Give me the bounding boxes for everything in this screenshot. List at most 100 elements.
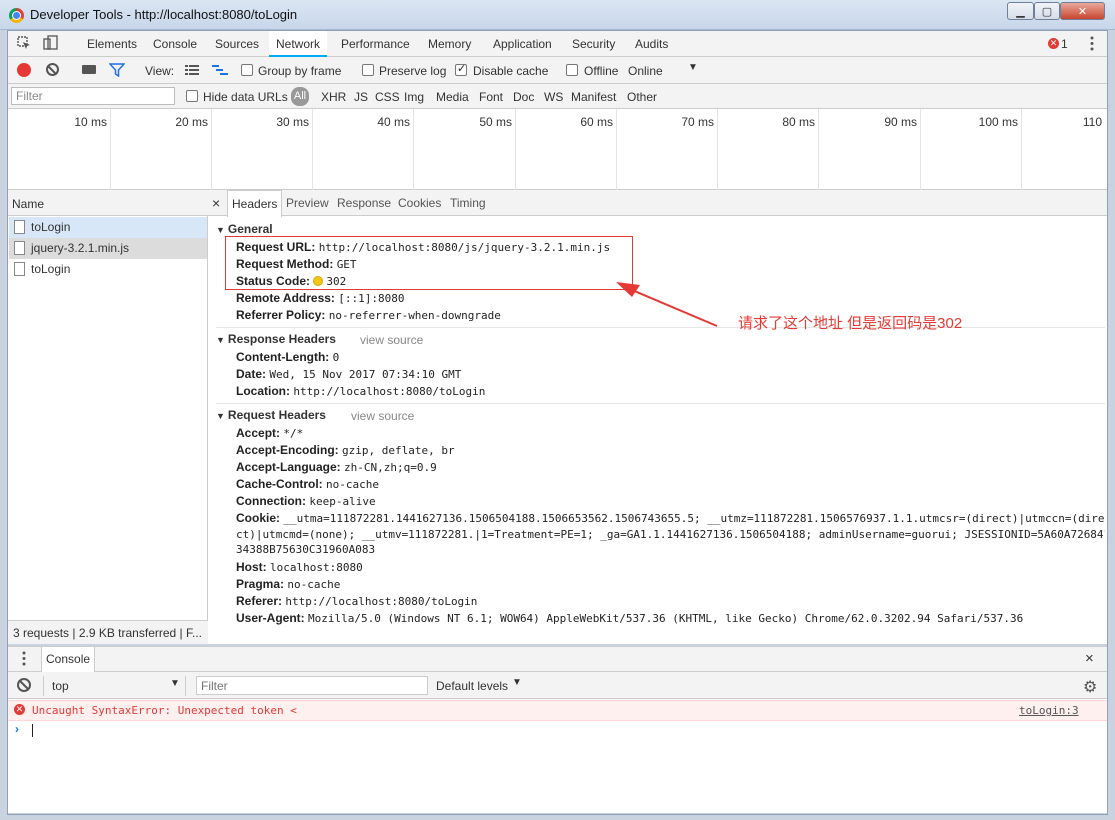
- console-input-caret[interactable]: [32, 724, 33, 737]
- tab-memory[interactable]: Memory: [421, 31, 478, 57]
- close-icon[interactable]: ×: [1085, 650, 1094, 667]
- tab-performance[interactable]: Performance: [334, 31, 417, 57]
- hide-data-urls-checkbox[interactable]: [186, 90, 198, 102]
- request-row-selected[interactable]: jquery-3.2.1.min.js: [9, 238, 207, 259]
- document-icon: [14, 262, 25, 276]
- large-rows-icon[interactable]: [185, 64, 199, 76]
- header-value: keep-alive: [309, 495, 376, 508]
- tab-preview[interactable]: Preview: [282, 190, 333, 216]
- minimize-button[interactable]: ▁: [1007, 2, 1034, 20]
- capture-screenshots-icon[interactable]: [82, 65, 96, 74]
- header-value: gzip, deflate, br: [342, 444, 455, 457]
- error-source-link[interactable]: toLogin:3: [1019, 704, 1079, 717]
- header-key: Referrer Policy:: [236, 308, 326, 322]
- annotation-arrow: [616, 282, 718, 327]
- overview-waterfall-icon[interactable]: [212, 64, 228, 76]
- type-filter-css[interactable]: CSS: [375, 90, 400, 104]
- timeline-tick-label: 70 ms: [681, 115, 714, 129]
- response-header-row: Location: http://localhost:8080/toLogin: [236, 384, 485, 398]
- section-request-headers-toggle[interactable]: Request Headers: [216, 408, 326, 422]
- error-count-icon[interactable]: ✕: [1048, 38, 1059, 49]
- tab-network[interactable]: Network: [269, 31, 328, 57]
- view-source-link[interactable]: view source: [351, 409, 414, 423]
- device-toolbar-icon[interactable]: [43, 35, 58, 50]
- type-filter-xhr[interactable]: XHR: [321, 90, 346, 104]
- offline-checkbox[interactable]: [566, 64, 578, 76]
- gear-icon[interactable]: ⚙: [1083, 677, 1097, 697]
- header-value: no-cache: [287, 578, 341, 591]
- request-header-row: Host: localhost:8080: [236, 560, 363, 574]
- clear-icon[interactable]: [46, 63, 59, 76]
- error-count[interactable]: 1: [1061, 37, 1068, 51]
- header-value: http://localhost:8080/toLogin: [285, 595, 478, 608]
- document-icon: [14, 220, 25, 234]
- type-filter-all[interactable]: All: [291, 87, 309, 106]
- header-value: __utma=111872281.1441627136.1506504188.1…: [283, 512, 1105, 525]
- inspect-element-icon[interactable]: [17, 36, 31, 50]
- type-filter-manifest[interactable]: Manifest: [571, 90, 616, 104]
- type-filter-other[interactable]: Other: [627, 90, 657, 104]
- request-header-row: Accept: */*: [236, 426, 303, 440]
- type-filter-media[interactable]: Media: [436, 90, 469, 104]
- header-value: no-referrer-when-downgrade: [328, 309, 501, 322]
- timeline-gridline: [1021, 109, 1022, 190]
- header-value: */*: [283, 427, 304, 440]
- request-header-row: Pragma: no-cache: [236, 577, 340, 591]
- chevron-down-icon[interactable]: ▼: [170, 678, 180, 689]
- filter-icon[interactable]: [109, 63, 125, 77]
- section-response-headers-toggle[interactable]: Response Headers: [216, 332, 336, 346]
- request-row[interactable]: toLogin: [9, 217, 207, 238]
- maximize-button[interactable]: ▢: [1034, 2, 1060, 20]
- tab-cookies[interactable]: Cookies: [394, 190, 445, 216]
- request-header-row: Connection: keep-alive: [236, 494, 376, 508]
- header-value: zh-CN,zh;q=0.9: [344, 461, 437, 474]
- header-value: no-cache: [326, 478, 379, 491]
- type-filter-doc[interactable]: Doc: [513, 90, 534, 104]
- header-key: Cookie:: [236, 511, 281, 525]
- header-value: Mozilla/5.0 (Windows NT 6.1; WOW64) Appl…: [308, 612, 1024, 625]
- chevron-down-icon[interactable]: ▼: [512, 677, 522, 688]
- section-general-toggle[interactable]: General: [216, 222, 273, 236]
- more-options-icon[interactable]: [1090, 36, 1094, 51]
- tab-headers[interactable]: Headers: [227, 190, 283, 217]
- type-filter-ws[interactable]: WS: [544, 90, 563, 104]
- request-header-row: Accept-Language: zh-CN,zh;q=0.9: [236, 460, 437, 474]
- timeline-tick-label: 20 ms: [175, 115, 208, 129]
- tab-sources[interactable]: Sources: [208, 31, 266, 57]
- view-source-link[interactable]: view source: [360, 333, 423, 347]
- clear-console-icon[interactable]: [17, 678, 31, 692]
- cookie-continuation: 34388B75630C31960A083: [236, 543, 376, 556]
- group-by-frame-checkbox[interactable]: [241, 64, 253, 76]
- filter-input[interactable]: [11, 87, 175, 105]
- preserve-log-checkbox[interactable]: [362, 64, 374, 76]
- tab-application[interactable]: Application: [486, 31, 559, 57]
- type-filter-font[interactable]: Font: [479, 90, 503, 104]
- tab-response[interactable]: Response: [333, 190, 395, 216]
- log-levels-select[interactable]: Default levels: [436, 679, 508, 693]
- column-header-name[interactable]: Name: [12, 197, 44, 211]
- hide-data-urls-label: Hide data URLs: [203, 90, 288, 104]
- drawer-tab-console[interactable]: Console: [41, 647, 96, 672]
- record-icon[interactable]: [17, 63, 31, 77]
- header-key: Host:: [236, 560, 267, 574]
- header-value: Wed, 15 Nov 2017 07:34:10 GMT: [269, 368, 462, 381]
- timeline-tick-label: 10 ms: [74, 115, 107, 129]
- throttling-select[interactable]: Online: [628, 64, 663, 78]
- tab-audits[interactable]: Audits: [628, 31, 675, 57]
- drawer-menu-icon[interactable]: [22, 651, 26, 666]
- type-filter-img[interactable]: Img: [404, 90, 424, 104]
- tab-security[interactable]: Security: [565, 31, 622, 57]
- console-filter-input[interactable]: [196, 676, 428, 695]
- tab-elements[interactable]: Elements: [80, 31, 144, 57]
- close-window-button[interactable]: ✕: [1060, 2, 1105, 20]
- tab-console[interactable]: Console: [146, 31, 204, 57]
- context-selector[interactable]: top: [43, 676, 186, 696]
- type-filter-js[interactable]: JS: [354, 90, 368, 104]
- tab-timing[interactable]: Timing: [446, 190, 490, 216]
- disable-cache-checkbox[interactable]: [455, 62, 467, 76]
- chevron-down-icon[interactable]: ▼: [688, 62, 698, 73]
- request-row[interactable]: toLogin: [9, 259, 207, 280]
- timeline-tick-label: 60 ms: [580, 115, 613, 129]
- general-row: Remote Address: [::1]:8080: [236, 291, 405, 305]
- close-icon[interactable]: ×: [212, 195, 220, 211]
